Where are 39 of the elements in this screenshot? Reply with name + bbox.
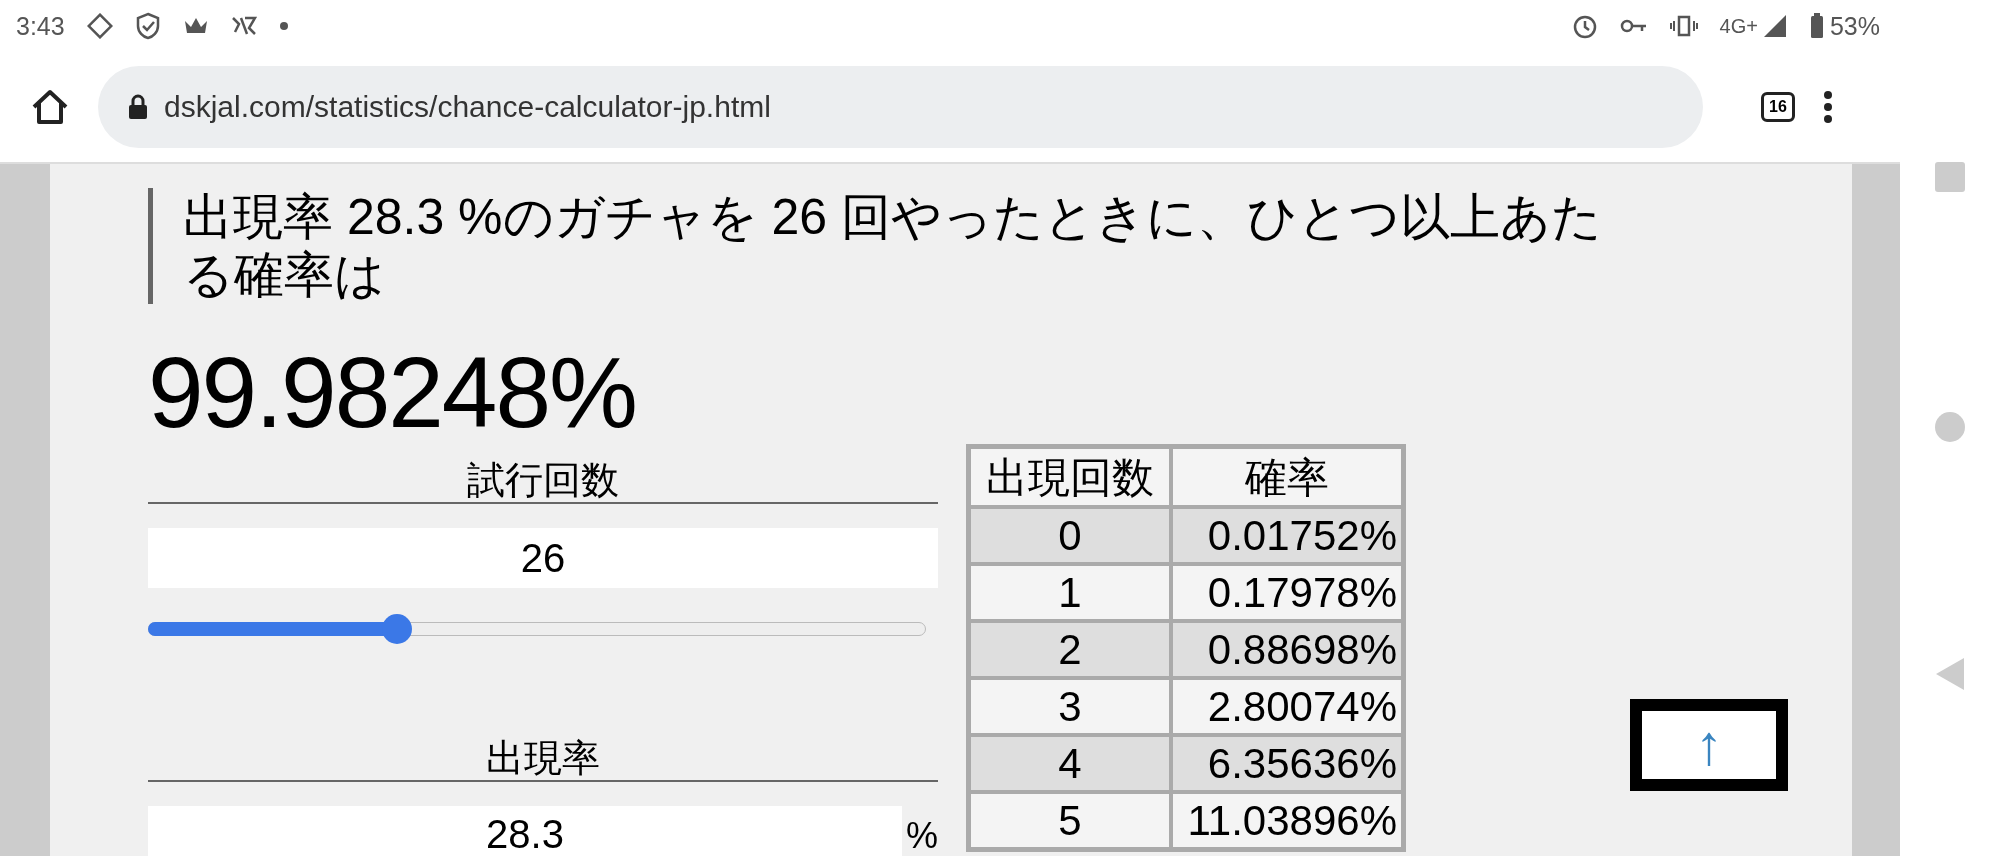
url-text: dskjal.com/statistics/chance-calculator-jp.html: [164, 90, 771, 124]
slider[interactable]: [148, 614, 926, 644]
dot-icon: [278, 21, 289, 31]
table-cell: 2: [969, 621, 1171, 678]
table-cell: 1: [969, 564, 1171, 621]
status-time: 3:43: [16, 11, 65, 41]
table-cell: 5: [969, 792, 1171, 849]
table-cell: 11.03896%: [1171, 792, 1403, 849]
table-cell: 6.35636%: [1171, 735, 1403, 792]
unit-label: %: [906, 814, 938, 856]
table-cell: 0.17978%: [1171, 564, 1403, 621]
table-cell: 3: [969, 678, 1171, 735]
input-field[interactable]: 26: [148, 528, 938, 588]
vibrate-icon: [1669, 14, 1698, 38]
field-label: 試行回数: [148, 458, 938, 504]
battery-icon: [1809, 13, 1824, 39]
battery-percent: 53%: [1829, 11, 1880, 41]
home-icon[interactable]: [30, 87, 70, 127]
table-cell: 0.01752%: [1171, 507, 1403, 564]
lock-icon: [128, 94, 148, 120]
network-type: 4G+: [1719, 14, 1758, 38]
table-cell: 4: [969, 735, 1171, 792]
table-cell: 2.80074%: [1171, 678, 1403, 735]
scroll-top-button[interactable]: ↑: [1630, 699, 1788, 791]
field-label: 出現率: [148, 736, 938, 782]
table-cell: 0.88698%: [1171, 621, 1403, 678]
menu-icon[interactable]: [1823, 90, 1833, 124]
column-header: 出現回数: [969, 447, 1171, 507]
shield-check-icon: [134, 12, 161, 40]
alarm-icon: [1571, 13, 1598, 39]
slider-thumb[interactable]: [381, 614, 412, 644]
tab-count-button[interactable]: 16: [1761, 92, 1795, 122]
probability-result: 99.98248%: [148, 342, 636, 442]
column-header: 確率: [1171, 447, 1403, 507]
result-heading: 出現率 28.3 %のガチャを 26 回やったときに、ひとつ以上あたる確率は: [148, 188, 1603, 304]
key-icon: [1619, 17, 1648, 35]
table-cell: 0: [969, 507, 1171, 564]
address-bar[interactable]: dskjal.com/statistics/chance-calculator-jp.html: [98, 66, 1703, 148]
input-field[interactable]: 28.3: [148, 806, 902, 856]
